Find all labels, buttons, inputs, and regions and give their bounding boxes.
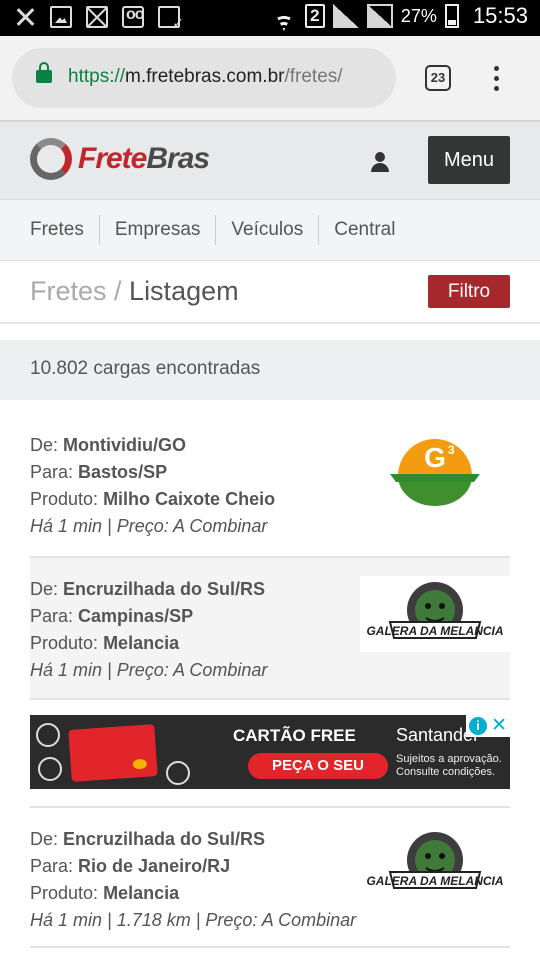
cart-icon bbox=[166, 761, 190, 785]
galera-da-melancia-logo: GALERA DA MELANCIA bbox=[360, 826, 510, 902]
sim-slot-indicator: 2 bbox=[304, 4, 325, 28]
product: Milho Caixote Cheio bbox=[103, 489, 276, 509]
notification-icons bbox=[14, 6, 184, 32]
url-path: /fretes/ bbox=[284, 66, 343, 87]
nav-item-fretes[interactable]: Fretes bbox=[30, 215, 99, 245]
breadcrumb-parent[interactable]: Fretes / bbox=[30, 276, 122, 306]
adchoices[interactable]: i ✕ bbox=[466, 715, 510, 737]
signal-strength-icon bbox=[366, 4, 393, 28]
origin: Encruzilhada do Sul/RS bbox=[63, 579, 266, 599]
page-title: Listagem bbox=[129, 276, 239, 306]
site-header: FreteBras Menu bbox=[0, 120, 540, 199]
logo-mark-icon bbox=[30, 138, 72, 180]
nav-item-veiculos[interactable]: Veículos bbox=[215, 215, 318, 245]
overflow-menu-icon[interactable] bbox=[494, 66, 500, 92]
wifi-icon bbox=[271, 5, 297, 27]
filter-button[interactable]: Filtro bbox=[428, 275, 510, 308]
bag-icon bbox=[38, 757, 62, 781]
product: Melancia bbox=[103, 633, 180, 653]
listing-card[interactable]: De: Montividiu/GO Para: Bastos/SP Produt… bbox=[30, 414, 510, 558]
listing-meta: Há 1 min | 1.718 km | Preço: A Combinar bbox=[30, 910, 357, 930]
nav-item-empresas[interactable]: Empresas bbox=[98, 215, 216, 245]
info-icon[interactable]: i bbox=[469, 717, 487, 735]
status-bar: 2 27% 15:53 bbox=[0, 0, 540, 36]
fuel-icon bbox=[36, 723, 60, 747]
system-icons: 2 27% 15:53 bbox=[271, 3, 528, 29]
address-bar[interactable]: https://m.fretebras.com.br/fretes/ bbox=[12, 48, 396, 108]
results-count: 10.802 cargas encontradas bbox=[30, 358, 261, 379]
listing-card[interactable]: De: Encruzilhada do Sul/RS Para: Rio de … bbox=[30, 806, 510, 948]
results-count-bar: 10.802 cargas encontradas bbox=[0, 340, 540, 400]
url-host: m.fretebras.com.br bbox=[125, 66, 285, 87]
lock-icon bbox=[36, 62, 52, 83]
svg-text:GALERA DA MELANCIA: GALERA DA MELANCIA bbox=[366, 624, 503, 638]
product: Melancia bbox=[103, 883, 180, 903]
fretebras-logo[interactable]: FreteBras bbox=[30, 138, 210, 180]
listing-meta: Há 1 min | Preço: A Combinar bbox=[30, 660, 268, 680]
close-icon[interactable]: ✕ bbox=[491, 715, 507, 737]
battery-percent: 27% bbox=[400, 5, 437, 26]
ad-banner[interactable]: CARTÃO FREE PEÇA O SEU Santander Sujeito… bbox=[30, 715, 510, 789]
browser-toolbar: https://m.fretebras.com.br/fretes/ 23 bbox=[0, 36, 540, 120]
listing-meta: Há 1 min | Preço: A Combinar bbox=[30, 516, 268, 536]
image-notification-icon bbox=[50, 6, 72, 28]
voicemail-icon bbox=[122, 6, 144, 28]
page-title-bar: Fretes / Listagem Filtro bbox=[0, 262, 540, 324]
destination: Rio de Janeiro/RJ bbox=[78, 856, 231, 876]
destination: Bastos/SP bbox=[78, 462, 168, 482]
nav-item-central[interactable]: Central bbox=[318, 215, 410, 245]
main-nav: Fretes Empresas Veículos Central bbox=[0, 199, 540, 261]
ad-title: CARTÃO FREE bbox=[233, 726, 356, 745]
user-icon[interactable] bbox=[370, 152, 390, 172]
galera-da-melancia-logo: GALERA DA MELANCIA bbox=[360, 576, 510, 652]
breadcrumb: Fretes / Listagem bbox=[30, 276, 239, 307]
signal-icon bbox=[332, 4, 359, 28]
origin: Montividiu/GO bbox=[63, 435, 187, 455]
ad-cta-button[interactable]: PEÇA O SEU bbox=[248, 753, 388, 779]
tab-switcher-button[interactable]: 23 bbox=[425, 65, 451, 91]
url-scheme: https:// bbox=[68, 66, 126, 87]
missed-call-icon bbox=[14, 6, 36, 28]
ad-disclaimer: Sujeitos a aprovação. Consulte condições… bbox=[396, 753, 502, 778]
url-text[interactable]: https://m.fretebras.com.br/fretes/ bbox=[68, 66, 343, 88]
origin: Encruzilhada do Sul/RS bbox=[63, 829, 266, 849]
clock: 15:53 bbox=[472, 3, 528, 28]
menu-button[interactable]: Menu bbox=[428, 136, 510, 184]
listing-card[interactable]: De: Encruzilhada do Sul/RS Para: Campina… bbox=[30, 558, 510, 700]
g3-logo: G 3 bbox=[390, 439, 480, 506]
svg-text:3: 3 bbox=[448, 443, 455, 457]
clipboard-check-icon bbox=[158, 6, 184, 32]
credit-card-image bbox=[68, 724, 158, 782]
logo-wordmark: FreteBras bbox=[78, 142, 210, 175]
destination: Campinas/SP bbox=[78, 606, 194, 626]
mail-icon bbox=[86, 6, 108, 28]
svg-text:G: G bbox=[424, 442, 446, 473]
battery-icon bbox=[444, 4, 459, 28]
svg-text:GALERA DA MELANCIA: GALERA DA MELANCIA bbox=[366, 874, 503, 888]
